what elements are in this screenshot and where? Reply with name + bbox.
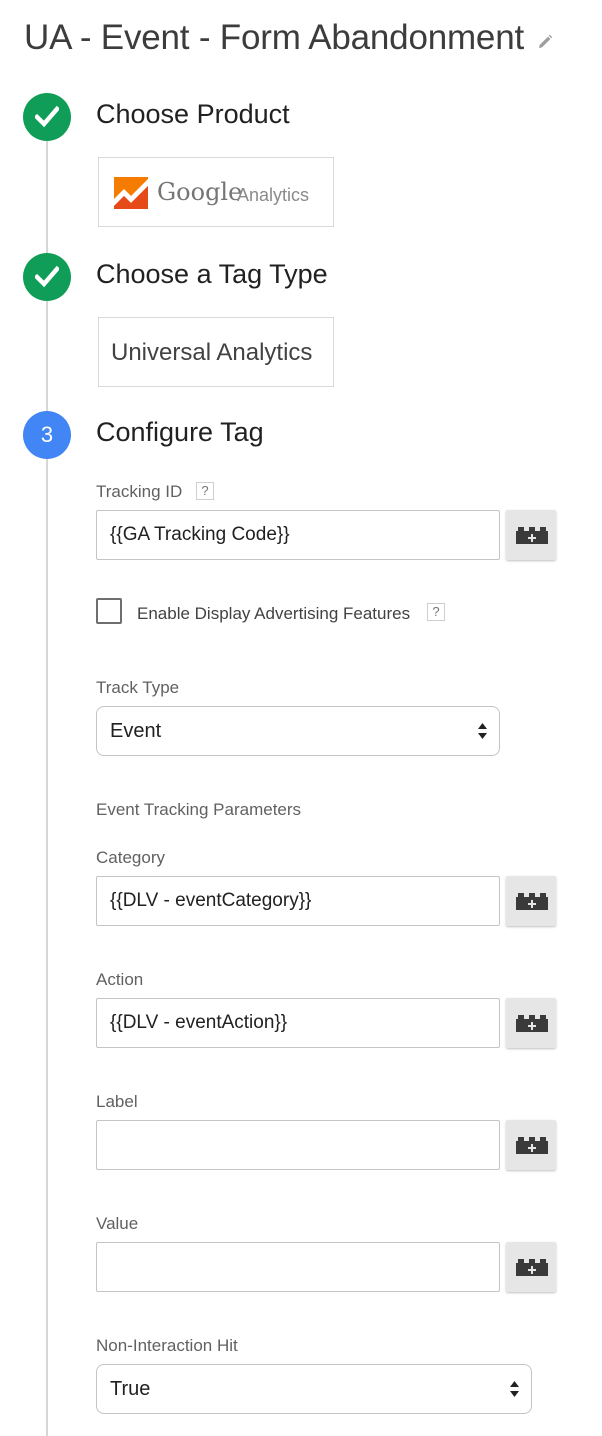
category-label: Category (96, 848, 165, 867)
tag-type-card[interactable]: Universal Analytics (98, 317, 334, 387)
lego-block-plus-icon (516, 893, 548, 910)
display-advertising-checkbox[interactable] (96, 598, 122, 624)
display-advertising-label: Enable Display Advertising Features (137, 604, 411, 623)
step-1-done-badge (23, 93, 71, 141)
tracking-id-variable-button[interactable] (506, 510, 556, 560)
action-input[interactable]: {{DLV - eventAction}} (96, 998, 500, 1048)
event-label-input[interactable] (96, 1120, 500, 1170)
step-2-done-badge (23, 253, 71, 301)
lego-block-plus-icon (516, 527, 548, 544)
checkmark-icon (35, 266, 59, 288)
category-input[interactable]: {{DLV - eventCategory}} (96, 876, 500, 926)
checkmark-icon (35, 106, 59, 128)
step-3-active-badge: 3 (23, 411, 71, 459)
page-title: UA - Event - Form Abandonment (24, 18, 524, 57)
stepper-rail (46, 120, 48, 1436)
track-type-select[interactable]: Event (96, 706, 500, 756)
google-analytics-logo-icon (114, 177, 148, 209)
tag-type-label: Universal Analytics (111, 339, 313, 366)
step-1-title[interactable]: Choose Product (96, 99, 290, 130)
edit-pencil-icon[interactable] (537, 34, 553, 50)
select-arrows-icon (510, 1381, 519, 1397)
event-params-heading: Event Tracking Parameters (96, 800, 302, 819)
event-value-input[interactable] (96, 1242, 500, 1292)
non-interaction-select[interactable]: True (96, 1364, 532, 1414)
lego-block-plus-icon (516, 1015, 548, 1032)
non-interaction-label: Non-Interaction Hit (96, 1336, 238, 1355)
step-3-title: Configure Tag (96, 417, 264, 447)
track-type-value: Event (110, 720, 162, 742)
category-variable-button[interactable] (506, 876, 556, 926)
google-wordmark: Google (157, 178, 243, 206)
tracking-id-label: Tracking ID (96, 482, 183, 501)
lego-block-plus-icon (516, 1137, 548, 1154)
event-label-label: Label (96, 1092, 138, 1111)
tracking-id-help-icon[interactable]: ? (196, 482, 214, 500)
product-card-google-analytics[interactable]: Google Analytics (98, 157, 334, 227)
lego-block-plus-icon (516, 1259, 548, 1276)
display-advertising-help-icon[interactable]: ? (427, 603, 445, 621)
analytics-wordmark: Analytics (237, 185, 310, 205)
event-label-variable-button[interactable] (506, 1120, 556, 1170)
action-variable-button[interactable] (506, 998, 556, 1048)
select-arrows-icon (478, 723, 487, 739)
track-type-label: Track Type (96, 678, 180, 697)
tracking-id-input[interactable]: {{GA Tracking Code}} (96, 510, 500, 560)
non-interaction-value: True (110, 1378, 151, 1400)
step-2-title[interactable]: Choose a Tag Type (96, 259, 328, 290)
event-value-variable-button[interactable] (506, 1242, 556, 1292)
event-value-label: Value (96, 1214, 139, 1233)
action-label: Action (96, 970, 144, 989)
